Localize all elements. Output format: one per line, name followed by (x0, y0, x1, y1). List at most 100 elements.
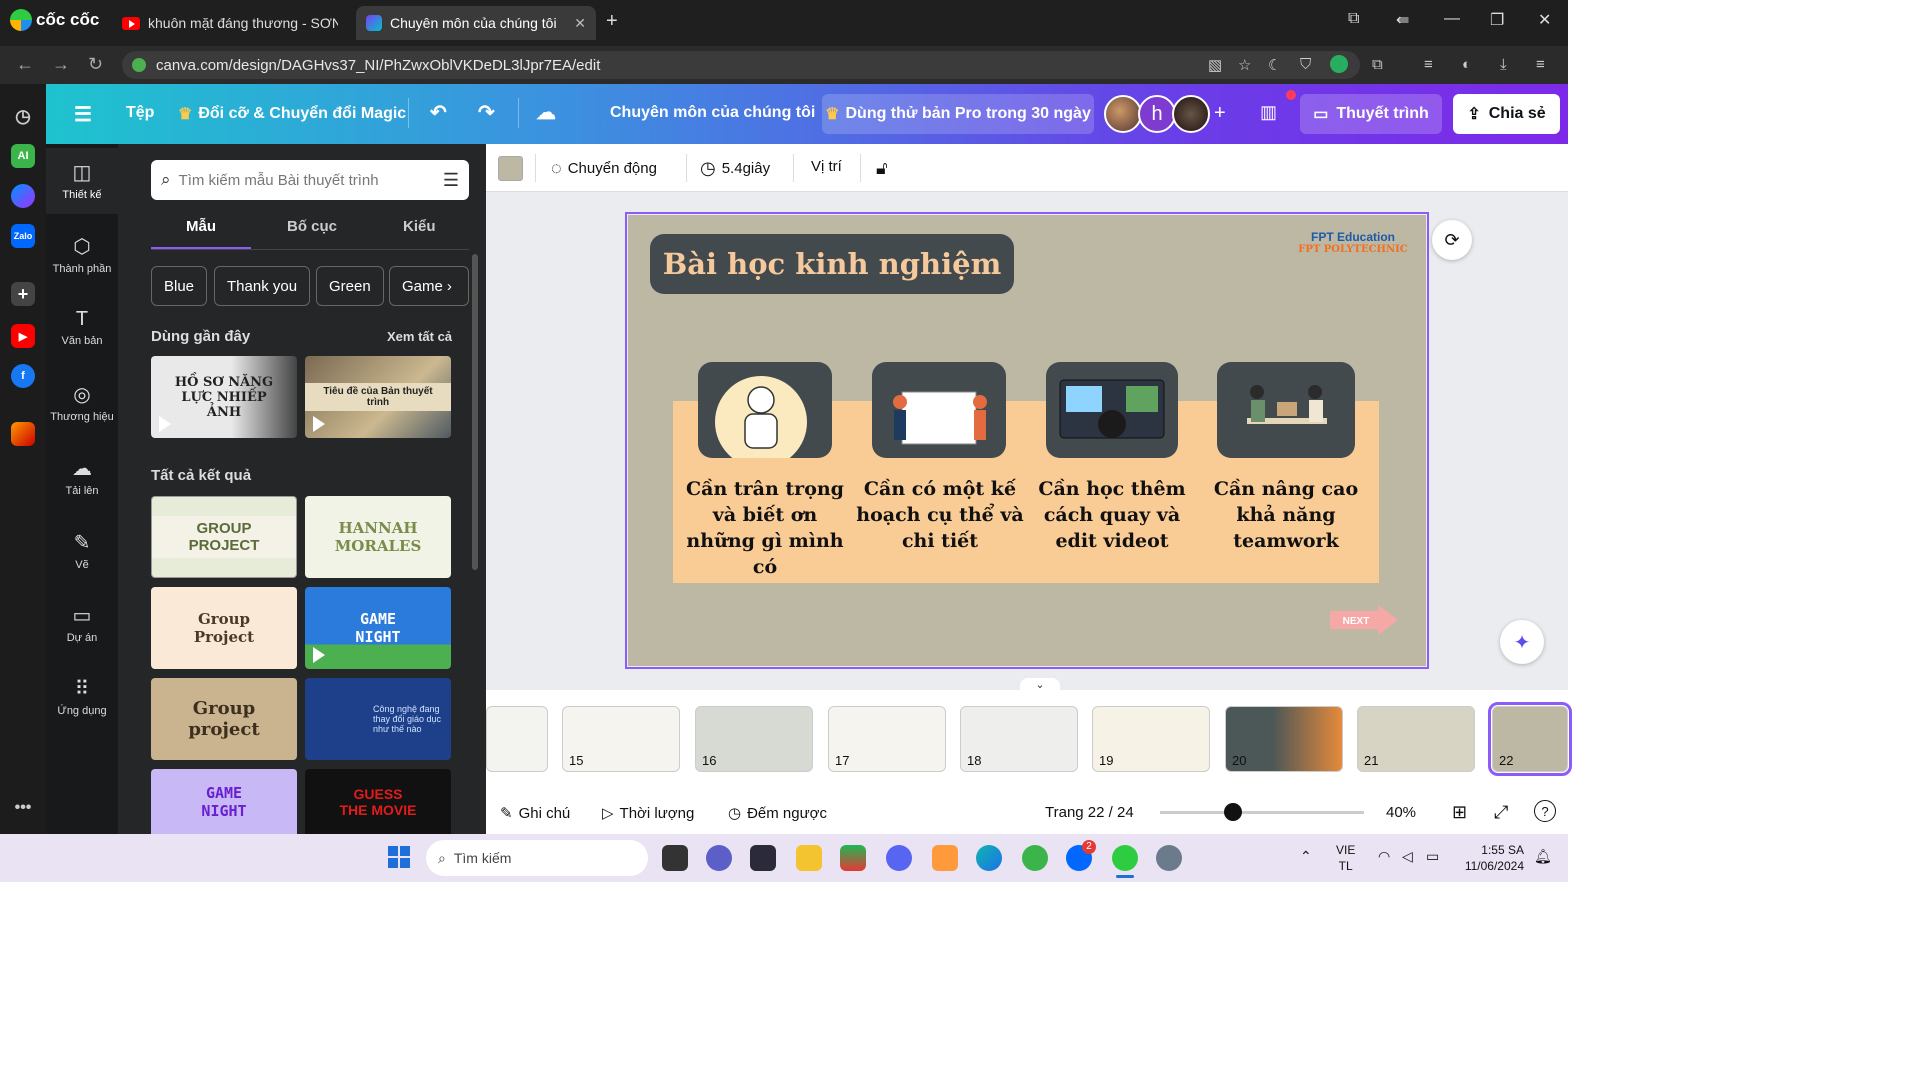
chip-green[interactable]: Green (316, 266, 384, 306)
magic-sparkle-icon[interactable]: ✦ (1500, 620, 1544, 664)
battery-icon[interactable]: ▭ (1426, 848, 1439, 865)
forward-arrow-icon[interactable]: → (52, 54, 70, 75)
dark-mode-icon[interactable]: ☾ (1268, 56, 1281, 74)
rail-elements[interactable]: ⬡ Thành phần (46, 234, 118, 275)
template-search-input[interactable]: ⌕ Tìm kiếm mẫu Bài thuyết trình ☰ (151, 160, 469, 200)
file-menu[interactable]: Tệp (126, 104, 154, 122)
comment-add-icon[interactable]: ⟳ (1432, 220, 1472, 260)
page-thumb[interactable]: 15 (562, 706, 680, 772)
shield-icon[interactable]: ⛉ (1300, 56, 1311, 73)
menu-icon[interactable]: ≡ (1536, 56, 1545, 73)
see-all-link[interactable]: Xem tất cả (387, 329, 452, 344)
redo-icon[interactable]: ↷ (478, 100, 495, 125)
back-arrow-icon[interactable]: ← (16, 54, 34, 75)
recent-design-thumb[interactable]: HỒ SƠ NĂNG LỰC NHIẾP ẢNH (151, 356, 297, 438)
slide-title[interactable]: Bài học kinh nghiệm (650, 234, 1014, 294)
extensions-icon[interactable]: ⧉ (1372, 56, 1383, 73)
settings-gear-icon[interactable] (1156, 845, 1182, 871)
add-collaborator-icon[interactable]: + (1214, 102, 1226, 125)
recent-design-thumb[interactable]: Tiêu đề của Bản thuyết trình (305, 356, 451, 438)
page-thumb[interactable]: 16 (695, 706, 813, 772)
browser-logo[interactable]: cốc cốc (10, 9, 99, 31)
filter-icon[interactable]: ☰ (443, 170, 459, 191)
collaborator-avatar[interactable] (1172, 95, 1210, 133)
wifi-icon[interactable]: ◠ (1378, 848, 1390, 865)
more-icon[interactable]: ••• (11, 796, 35, 820)
grid-view-icon[interactable]: ⊞ (1452, 802, 1467, 823)
new-tab-button[interactable]: + (606, 10, 618, 33)
coccoc-active-icon[interactable] (1112, 845, 1138, 871)
no-image-icon[interactable]: ▧ (1208, 56, 1222, 74)
playlist-icon[interactable]: ≡ (1424, 56, 1433, 73)
back-history-icon[interactable]: ⇚ (1396, 10, 1409, 30)
collaborator-avatar[interactable] (1104, 95, 1142, 133)
help-icon[interactable]: ? (1534, 800, 1556, 822)
document-title[interactable]: Chuyên môn của chúng tôi (610, 104, 815, 122)
collaborator-avatar[interactable]: h (1138, 95, 1176, 133)
tab-layouts[interactable]: Bố cục (287, 218, 337, 235)
page-counter[interactable]: Trang 22 / 24 (1045, 804, 1134, 821)
template-thumb[interactable]: Công nghệ đang thay đổi giáo dục như thế… (305, 678, 451, 760)
chevron-down-icon[interactable]: ⌄ (1020, 678, 1060, 694)
page-thumb-current[interactable]: 22 (1488, 702, 1572, 776)
downloads-icon[interactable]: ⤓ (1500, 56, 1507, 73)
template-thumb[interactable]: Group project (151, 678, 297, 760)
close-window-icon[interactable]: ✕ (1538, 10, 1551, 30)
url-field[interactable]: canva.com/design/DAGHvs37_NI/PhZwxOblVKD… (122, 51, 1360, 79)
discord-icon[interactable] (886, 845, 912, 871)
lock-icon[interactable]: 🔓︎ (876, 158, 888, 179)
tab-templates[interactable]: Mẫu (186, 218, 216, 235)
card-caption[interactable]: Cần trân trọng và biết ơn những gì mình … (677, 476, 853, 580)
profile-icon[interactable]: ◐ (1462, 56, 1471, 73)
chip-game[interactable]: Game › (389, 266, 469, 306)
page-thumb[interactable]: 19 (1092, 706, 1210, 772)
zoom-slider-handle[interactable] (1224, 803, 1242, 821)
panel-scrollbar[interactable] (472, 254, 478, 570)
edge-icon[interactable] (976, 845, 1002, 871)
rail-text[interactable]: T Văn bản (46, 308, 118, 347)
app-icon[interactable] (932, 845, 958, 871)
rail-design[interactable]: ◫ Thiết kế (46, 148, 118, 214)
zalo-icon[interactable]: Zalo (11, 224, 35, 248)
rail-uploads[interactable]: ☁ Tải lên (46, 456, 118, 497)
card-caption[interactable]: Cần có một kế hoạch cụ thể và chi tiết (852, 476, 1028, 554)
zoom-slider-track[interactable] (1160, 811, 1364, 814)
illustration-card[interactable] (872, 362, 1006, 458)
card-caption[interactable]: Cần nâng cao khả năng teamwork (1198, 476, 1374, 554)
download-green-icon[interactable] (1330, 55, 1348, 73)
tab-styles[interactable]: Kiểu (403, 218, 436, 235)
fullscreen-icon[interactable]: ⤢ (1494, 802, 1508, 823)
rail-brand[interactable]: ◎ Thương hiệu (46, 382, 118, 423)
notification-bell-icon[interactable]: 🔔︎ (1534, 848, 1552, 865)
close-tab-icon[interactable]: ✕ (574, 15, 586, 32)
notes-button[interactable]: ✎ Ghi chú (500, 804, 570, 823)
screenshot-icon[interactable]: ⧉ (1348, 10, 1359, 28)
present-button[interactable]: ▭ Thuyết trình (1300, 94, 1442, 134)
illustration-card[interactable] (1217, 362, 1355, 458)
file-explorer-icon[interactable] (796, 845, 822, 871)
illustration-card[interactable] (1046, 362, 1178, 458)
page-thumb[interactable]: 18 (960, 706, 1078, 772)
background-color-swatch[interactable] (498, 156, 523, 181)
browser-tab-youtube[interactable]: khuôn mặt đáng thương - SƠN TÙ (112, 6, 348, 40)
animate-button[interactable]: ◌ Chuyển động (551, 158, 657, 179)
rail-projects[interactable]: ▭ Dự án (46, 603, 118, 644)
coccoc-taskbar-icon[interactable] (1022, 845, 1048, 871)
position-button[interactable]: Vị trí (811, 158, 842, 175)
hamburger-menu-icon[interactable]: ☰ (74, 102, 92, 127)
timer-button[interactable]: ◷ Đếm ngược (728, 804, 827, 823)
template-thumb[interactable]: GAME NIGHT (151, 769, 297, 834)
tray-chevron-up-icon[interactable]: ⌃ (1300, 848, 1312, 865)
cloud-saved-icon[interactable]: ☁ (536, 100, 556, 125)
template-thumb[interactable]: GROUP PROJECT (151, 496, 297, 578)
rail-apps[interactable]: ⠿ Ứng dụng (46, 676, 118, 717)
ai-icon[interactable]: AI (11, 144, 35, 168)
template-thumb[interactable]: Group Project (151, 587, 297, 669)
game-app-icon[interactable] (11, 422, 35, 446)
share-button[interactable]: ⇪ Chia sẻ (1453, 94, 1560, 134)
bluestacks-icon[interactable] (840, 845, 866, 871)
illustration-card[interactable] (698, 362, 832, 458)
youtube-sidebar-icon[interactable]: ▶ (11, 324, 35, 348)
messenger-icon[interactable] (11, 184, 35, 208)
add-sidebar-app-icon[interactable]: + (11, 282, 35, 306)
